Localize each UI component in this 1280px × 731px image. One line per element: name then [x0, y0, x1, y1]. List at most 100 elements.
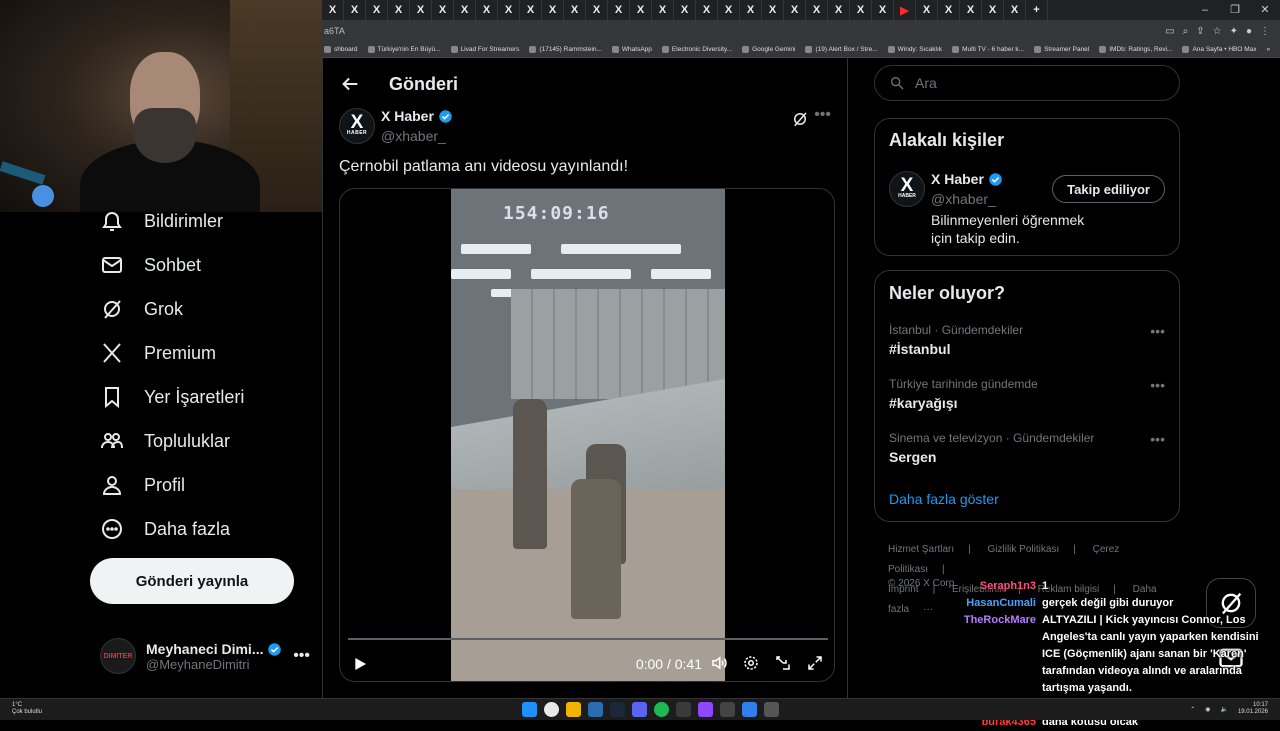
- zoom-icon[interactable]: ⌕: [1183, 26, 1189, 37]
- maximize-button[interactable]: ❐: [1220, 0, 1250, 20]
- post-button[interactable]: Gönderi yayınla: [90, 558, 294, 604]
- star-icon[interactable]: ☆: [1213, 26, 1222, 37]
- browser-tab[interactable]: X: [872, 0, 894, 20]
- network-icon[interactable]: ◉: [1205, 706, 1210, 713]
- nav-item-more[interactable]: Daha fazla: [100, 511, 230, 547]
- bookmark-item[interactable]: IMDb: Ratings, Revi...: [1099, 46, 1172, 53]
- show-more-link[interactable]: Daha fazla göster: [889, 491, 999, 507]
- bookmark-item[interactable]: Windy: Sıcaklık: [887, 46, 942, 53]
- bookmark-item[interactable]: (17145) Rammstein...: [529, 46, 602, 53]
- account-switcher[interactable]: DIMITER Meyhaneci Dimi... @MeyhaneDimitr…: [100, 636, 310, 676]
- extensions-icon[interactable]: ✦: [1230, 26, 1238, 37]
- chrome-icon[interactable]: [544, 702, 559, 717]
- play-icon[interactable]: [352, 656, 368, 672]
- trend-item[interactable]: İstanbul · Gündemdekiler #İstanbul •••: [889, 323, 1165, 357]
- bookmark-item[interactable]: Livad For Streamers: [450, 46, 519, 53]
- windows-start-icon[interactable]: [522, 702, 537, 717]
- close-window-button[interactable]: ✕: [1250, 0, 1280, 20]
- share-icon[interactable]: ⇪: [1196, 26, 1204, 37]
- bookmark-item[interactable]: shboard: [324, 46, 358, 53]
- app-icon[interactable]: [676, 702, 691, 717]
- clock[interactable]: 10:17 19.01.2026: [1238, 702, 1268, 716]
- grok-icon[interactable]: [791, 110, 809, 128]
- trend-item[interactable]: Türkiye tarihinde gündemde #karyağışı ••…: [889, 377, 1165, 411]
- back-arrow-icon[interactable]: [339, 73, 361, 95]
- trend-item[interactable]: Sinema ve televizyon · Gündemdekiler Ser…: [889, 431, 1165, 465]
- app-icon[interactable]: [720, 702, 735, 717]
- browser-tab[interactable]: X: [542, 0, 564, 20]
- browser-tab[interactable]: X: [916, 0, 938, 20]
- bookmark-item[interactable]: Streamer Panel: [1034, 46, 1089, 53]
- discord-icon[interactable]: [632, 702, 647, 717]
- speaker-icon[interactable]: 🔈: [1220, 706, 1227, 713]
- app-icon[interactable]: [764, 702, 779, 717]
- browser-tab[interactable]: X: [850, 0, 872, 20]
- browser-tab[interactable]: X: [322, 0, 344, 20]
- browser-tab[interactable]: X: [960, 0, 982, 20]
- nav-item-premium[interactable]: Premium: [100, 335, 216, 371]
- tweet-more-icon[interactable]: •••: [814, 106, 831, 124]
- browser-tab[interactable]: X: [828, 0, 850, 20]
- settings-gear-icon[interactable]: [742, 654, 760, 672]
- new-tab-button[interactable]: +: [1026, 0, 1048, 20]
- profile-icon[interactable]: ●: [1246, 26, 1252, 37]
- nav-item-grok[interactable]: Grok: [100, 291, 183, 327]
- bookmark-item[interactable]: WhatsApp: [611, 46, 652, 53]
- browser-tab[interactable]: X: [498, 0, 520, 20]
- browser-tab[interactable]: ▶: [894, 0, 916, 20]
- browser-tab[interactable]: X: [718, 0, 740, 20]
- browser-tab[interactable]: X: [454, 0, 476, 20]
- steam-icon[interactable]: [610, 702, 625, 717]
- browser-tab[interactable]: X: [520, 0, 542, 20]
- fullscreen-icon[interactable]: [806, 654, 824, 672]
- nav-item-notifications[interactable]: Bildirimler: [100, 203, 223, 239]
- browser-tab[interactable]: X: [366, 0, 388, 20]
- address-bar[interactable]: a6TA ▭ ⌕ ⇪ ☆ ✦ ● ⋮: [322, 20, 1280, 42]
- nav-item-bookmarks[interactable]: Yer İşaretleri: [100, 379, 244, 415]
- address-url[interactable]: a6TA: [324, 26, 1165, 36]
- browser-tab[interactable]: X: [1004, 0, 1026, 20]
- browser-tab[interactable]: X: [586, 0, 608, 20]
- tray-chevron-icon[interactable]: ⌃: [1190, 706, 1195, 713]
- file-explorer-icon[interactable]: [566, 702, 581, 717]
- video-progress-bar[interactable]: [348, 638, 828, 640]
- trend-more-icon[interactable]: •••: [1150, 323, 1165, 339]
- browser-tab[interactable]: X: [784, 0, 806, 20]
- app-icon[interactable]: [698, 702, 713, 717]
- weather-widget[interactable]: 1°C Çok bulutlu: [12, 702, 42, 716]
- footer-link[interactable]: Hizmet Şartları: [888, 544, 954, 555]
- spotify-icon[interactable]: [654, 702, 669, 717]
- browser-tab[interactable]: X: [806, 0, 828, 20]
- video-player[interactable]: 154:09:16 0:00 / 0:41: [339, 188, 835, 682]
- browser-tab[interactable]: X: [564, 0, 586, 20]
- browser-tab[interactable]: X: [938, 0, 960, 20]
- browser-tab[interactable]: X: [630, 0, 652, 20]
- browser-tab[interactable]: X: [410, 0, 432, 20]
- search-input[interactable]: Ara: [874, 65, 1180, 101]
- footer-more-icon[interactable]: ···: [923, 604, 933, 615]
- related-handle[interactable]: @xhaber_: [931, 191, 996, 207]
- related-avatar[interactable]: X HABER: [889, 171, 925, 207]
- browser-tab[interactable]: X: [762, 0, 784, 20]
- bookmarks-overflow-icon[interactable]: »: [1267, 46, 1271, 53]
- browser-tab[interactable]: X: [388, 0, 410, 20]
- trend-more-icon[interactable]: •••: [1150, 377, 1165, 393]
- trend-more-icon[interactable]: •••: [1150, 431, 1165, 447]
- tweet-author-handle[interactable]: @xhaber_: [381, 128, 446, 144]
- bookmark-item[interactable]: Ana Sayfa • HBO Max: [1182, 46, 1257, 53]
- app-icon[interactable]: [588, 702, 603, 717]
- bookmark-item[interactable]: Türkiye'nin En Büyü...: [367, 46, 441, 53]
- following-button[interactable]: Takip ediliyor: [1052, 175, 1165, 203]
- browser-tab[interactable]: X: [476, 0, 498, 20]
- browser-tab[interactable]: X: [432, 0, 454, 20]
- browser-tab[interactable]: X: [696, 0, 718, 20]
- browser-tab[interactable]: X: [608, 0, 630, 20]
- menu-icon[interactable]: ⋮: [1260, 26, 1270, 37]
- bookmark-item[interactable]: (19) Alert Box / Stre...: [805, 46, 878, 53]
- nav-item-chat[interactable]: Sohbet: [100, 247, 201, 283]
- related-name[interactable]: X Haber: [931, 171, 1003, 187]
- bookmark-item[interactable]: Google Gemini: [742, 46, 795, 53]
- browser-tab[interactable]: X: [652, 0, 674, 20]
- browser-tab[interactable]: X: [740, 0, 762, 20]
- nav-item-profile[interactable]: Profil: [100, 467, 185, 503]
